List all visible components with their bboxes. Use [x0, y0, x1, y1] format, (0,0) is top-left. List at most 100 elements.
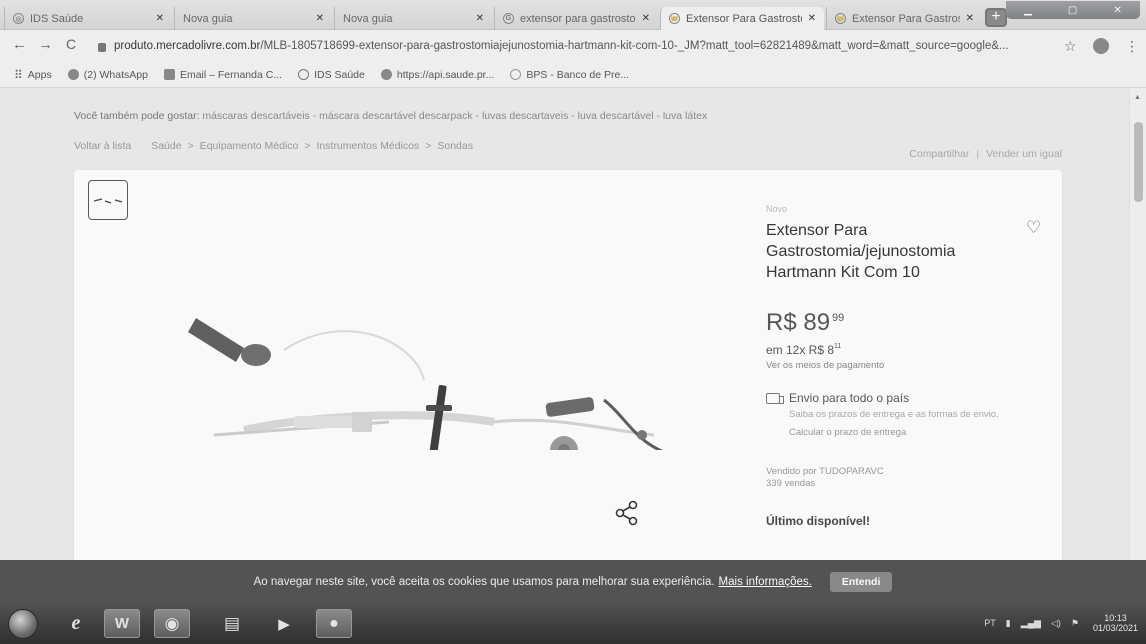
scroll-up-icon[interactable]: ▲ [1134, 94, 1141, 101]
breadcrumb-item-sondas[interactable]: Sondas [437, 140, 473, 152]
cookie-banner: Ao navegar neste site, você aceita os co… [0, 560, 1146, 603]
clock[interactable]: 10:13 01/03/2021 [1093, 613, 1138, 633]
new-tab-button[interactable]: + [985, 8, 1007, 27]
gallery-thumbnail[interactable] [88, 180, 128, 220]
condition-label: Novo [766, 204, 788, 214]
kebab-menu-icon[interactable]: ⋮ [1125, 38, 1139, 55]
cookie-text: Ao navegar neste site, você aceita os co… [253, 575, 715, 588]
close-icon[interactable]: ✕ [476, 13, 484, 24]
tab-nova-guia-1[interactable]: Nova guia ✕ [174, 7, 332, 30]
bps-icon [510, 69, 522, 80]
tab-title: Nova guia [343, 12, 393, 25]
bookmark-ids[interactable]: IDS Saúde [298, 69, 365, 81]
shipping-description: Saiba os prazos de entrega e as formas d… [789, 409, 999, 420]
seller-info: Vendido por TUDOPARAVC 339 vendas [766, 466, 1046, 490]
bookmark-email[interactable]: Email – Fernanda C... [163, 69, 282, 81]
cookie-accept-button[interactable]: Entendi [829, 571, 893, 592]
media-player-icon[interactable]: ▶ [266, 609, 302, 638]
minimize-icon[interactable]: ▁ [1024, 5, 1032, 16]
bookmark-api-saude[interactable]: https://api.saude.pr... [380, 69, 494, 81]
seller-name[interactable]: Vendido por TUDOPARAVC [766, 466, 1046, 478]
google-favicon-icon: G [503, 13, 514, 24]
favorite-heart-icon[interactable]: ♡ [1026, 218, 1041, 238]
also-like-row: Você também pode gostar: máscaras descar… [74, 110, 707, 122]
bookmark-label: Apps [27, 68, 52, 81]
globe-icon [380, 69, 392, 80]
scrollbar-thumb[interactable] [1134, 122, 1143, 202]
tab-title: Extensor Para Gastrosto [852, 12, 960, 25]
url-bar[interactable]: produto.mercadolivre.com.br /MLB-1805718… [98, 36, 1056, 56]
close-icon[interactable]: ✕ [316, 13, 324, 24]
close-icon[interactable]: ✕ [156, 13, 164, 24]
email-icon [163, 69, 175, 80]
volume-icon[interactable]: ◁) [1051, 618, 1061, 629]
reload-icon[interactable]: C [66, 36, 76, 52]
chrome-icon[interactable]: ◉ [154, 609, 190, 638]
stock-status: Último disponível! [766, 514, 871, 528]
word-icon[interactable]: W [104, 609, 140, 638]
window-controls: ▁ ▢ ✕ [1006, 1, 1140, 19]
thumbnail-image [93, 198, 123, 204]
page-scrollbar[interactable]: ▲ [1129, 88, 1146, 560]
address-toolbar: ← → C produto.mercadolivre.com.br /MLB-1… [0, 30, 1146, 62]
back-arrow-icon[interactable]: ← [12, 36, 27, 53]
bookmark-star-icon[interactable]: ☆ [1064, 38, 1077, 55]
tab-nova-guia-2[interactable]: Nova guia ✕ [334, 7, 492, 30]
internet-explorer-icon[interactable]: e [58, 609, 94, 638]
breadcrumb-item-saude[interactable]: Saúde [151, 140, 181, 152]
share-icon[interactable] [614, 500, 640, 526]
installments-cents: 11 [834, 343, 842, 350]
divider: | [976, 148, 980, 160]
profile-avatar-icon[interactable] [1093, 38, 1109, 54]
close-icon[interactable]: ✕ [808, 13, 816, 24]
tab-ids-saude[interactable]: ◎ IDS Saúde ✕ [4, 7, 172, 30]
bookmark-label: BPS - Banco de Pre... [526, 68, 630, 81]
share-link[interactable]: Compartilhar [909, 148, 969, 160]
start-button-icon[interactable] [8, 609, 38, 639]
bookmark-label: (2) WhatsApp [83, 68, 148, 81]
forward-arrow-icon[interactable]: → [38, 36, 53, 53]
tab-title: IDS Saúde [30, 12, 84, 25]
product-image[interactable] [174, 240, 694, 450]
tab-google-search[interactable]: G extensor para gastrosto ✕ [494, 7, 658, 30]
cookie-more-info-link[interactable]: Mais informações. [719, 576, 812, 588]
breadcrumb-item-equipamento[interactable]: Equipamento Médico [200, 140, 299, 152]
close-window-icon[interactable]: ✕ [1114, 5, 1122, 16]
bookmark-whatsapp[interactable]: (2) WhatsApp [67, 68, 148, 81]
bookmark-bps[interactable]: BPS - Banco de Pre... [510, 69, 629, 81]
page-content: Você também pode gostar: máscaras descar… [0, 88, 1146, 560]
bookmark-label: IDS Saúde [314, 68, 365, 81]
ids-icon [298, 69, 310, 80]
flag-icon[interactable]: ⚑ [1071, 618, 1079, 629]
language-indicator[interactable]: PT [984, 618, 996, 628]
apps-grid-icon: ⠿ [14, 67, 23, 82]
also-like-links[interactable]: máscaras descartáveis - máscara descartá… [202, 110, 707, 122]
tab-extensor-2[interactable]: 🤝 Extensor Para Gastrosto ✕ [826, 7, 982, 30]
lock-icon [98, 42, 106, 52]
close-icon[interactable]: ✕ [966, 13, 974, 24]
breadcrumb: Voltar à lista Saúde > Equipamento Médic… [74, 140, 479, 152]
back-to-list-link[interactable]: Voltar à lista [74, 140, 131, 152]
signal-icon[interactable]: ▂▄▆ [1021, 618, 1041, 629]
paint-icon[interactable]: ● [316, 609, 352, 638]
product-info: Novo Extensor Para Gastrostomia/jejunost… [766, 204, 1046, 528]
breadcrumb-separator: > [425, 140, 432, 152]
breadcrumb-separator: > [187, 140, 194, 152]
tab-title: extensor para gastrosto [520, 12, 636, 25]
url-path: /MLB-1805718699-extensor-para-gastrostom… [260, 40, 1009, 52]
price-main: R$ 89 [766, 309, 831, 336]
calculate-delivery-link[interactable]: Calcular o prazo de entrega [789, 427, 1021, 438]
network-icon[interactable]: ▮ [1006, 618, 1011, 629]
bookmark-apps[interactable]: ⠿ Apps [14, 68, 52, 82]
clock-time: 10:13 [1104, 613, 1127, 623]
product-price: R$ 89 99 [766, 309, 1046, 337]
tab-extensor-active[interactable]: 🤝 Extensor Para Gastrosto ✕ [660, 7, 824, 30]
breadcrumb-item-instrumentos[interactable]: Instrumentos Médicos [317, 140, 420, 152]
close-icon[interactable]: ✕ [642, 13, 650, 24]
system-tray: PT ▮ ▂▄▆ ◁) ⚑ 10:13 01/03/2021 [974, 613, 1138, 633]
maximize-icon[interactable]: ▢ [1068, 5, 1077, 16]
browser-tabstrip: ◎ IDS Saúde ✕ Nova guia ✕ Nova guia ✕ G … [0, 0, 1146, 30]
payment-methods-link[interactable]: Ver os meios de pagamento [766, 360, 1046, 371]
sell-same-link[interactable]: Vender um igual [986, 148, 1062, 160]
file-explorer-icon[interactable]: ▤ [214, 609, 250, 638]
